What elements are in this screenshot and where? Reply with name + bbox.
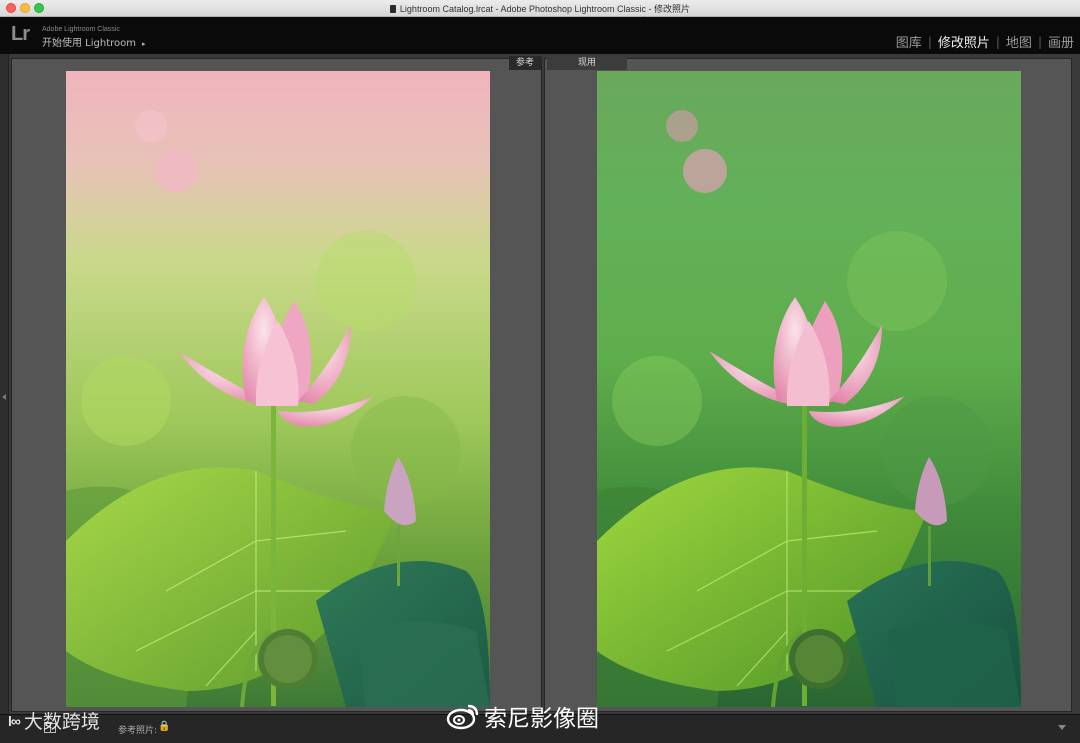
left-panel-collapsed[interactable] — [0, 54, 9, 714]
module-book[interactable]: 画册 — [1042, 32, 1080, 51]
reference-photo-label: 参考照片: — [118, 726, 158, 736]
window-title-text: Lightroom Catalog.lrcat - Adobe Photosho… — [399, 4, 691, 14]
start-arrow-icon: ▸ — [142, 40, 146, 48]
module-map[interactable]: 地图 — [1000, 32, 1038, 51]
document-icon — [389, 5, 396, 13]
watermark-right-text: 索尼影像圈 — [484, 706, 599, 732]
module-develop[interactable]: 修改照片 — [932, 32, 996, 51]
weibo-icon — [446, 704, 479, 730]
left-panel-toggle-icon[interactable] — [2, 394, 6, 400]
product-name: Adobe Lightroom Classic — [42, 26, 120, 33]
window-titlebar: Lightroom Catalog.lrcat - Adobe Photosho… — [0, 0, 1080, 17]
develop-workspace: 参考 现用 — [0, 54, 1080, 714]
reference-pane — [11, 58, 542, 712]
lightroom-logo: Lr — [11, 23, 30, 45]
current-pane — [544, 58, 1072, 712]
watermark-left-text: 大数跨境 — [23, 711, 100, 733]
lotus-photo-current — [597, 71, 1021, 707]
reference-photo[interactable] — [66, 71, 490, 707]
watermark-left: l∞ 大数跨境 — [8, 707, 100, 734]
current-label: 现用 — [547, 56, 627, 70]
identity-plate: Lr Adobe Lightroom Classic 开始使用 Lightroo… — [0, 17, 1080, 54]
lock-icon[interactable]: 🔒 — [158, 721, 170, 732]
watermark-right: 索尼影像圈 — [446, 699, 599, 733]
watermark-logo: l∞ — [8, 712, 21, 729]
toolbar-menu-icon[interactable] — [1058, 725, 1066, 730]
current-photo[interactable] — [597, 71, 1021, 707]
reference-label: 参考 — [509, 56, 541, 70]
start-label: 开始使用 Lightroom — [42, 38, 137, 49]
module-picker: 图库 | 修改照片 | 地图 | 画册 — [890, 32, 1080, 52]
lotus-photo-reference — [66, 71, 490, 707]
module-library[interactable]: 图库 — [890, 32, 928, 51]
start-menu[interactable]: 开始使用 Lightroom ▸ — [42, 34, 146, 49]
window-title: Lightroom Catalog.lrcat - Adobe Photosho… — [0, 2, 1080, 15]
